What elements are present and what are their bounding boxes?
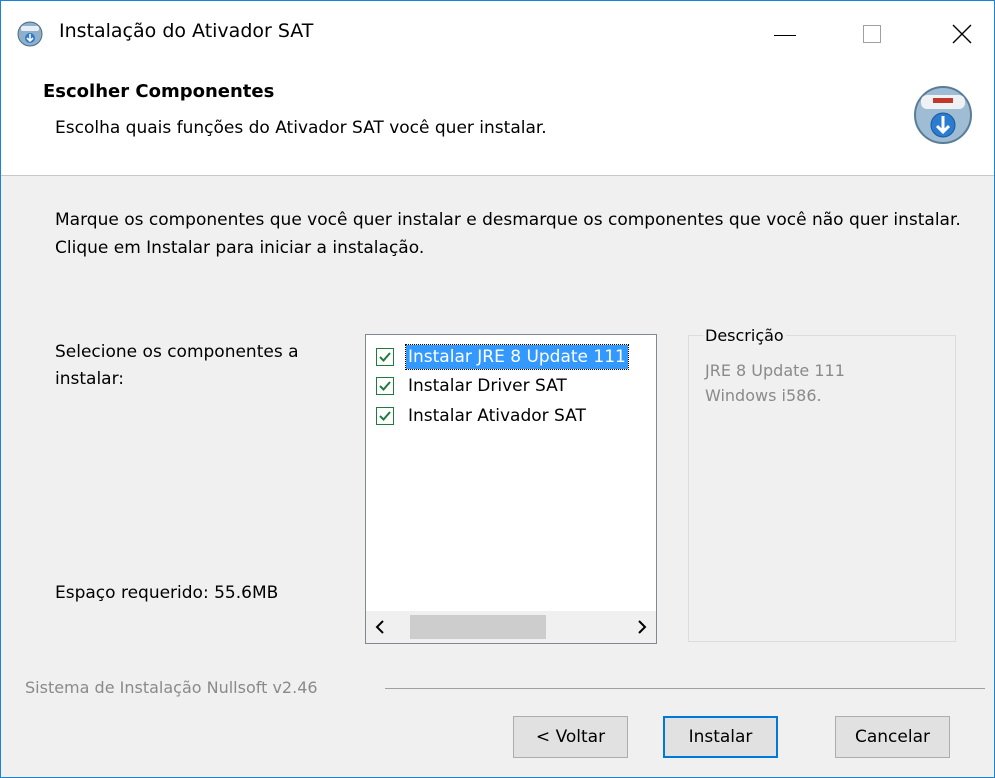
checkbox-ativador[interactable]: [376, 407, 394, 425]
install-button-label: Instalar: [688, 727, 753, 747]
installer-app-icon: [17, 21, 43, 47]
space-required-label: Espaço requerido: 55.6MB: [55, 583, 279, 603]
description-legend: Descrição: [703, 326, 786, 345]
component-label: Instalar Driver SAT: [408, 376, 567, 396]
minimize-button[interactable]: [756, 9, 816, 55]
cancel-button-label: Cancelar: [855, 727, 930, 747]
footer-divider: [385, 688, 985, 689]
checkbox-jre[interactable]: [376, 348, 394, 366]
install-button[interactable]: Instalar: [663, 716, 778, 758]
scroll-left-icon[interactable]: [372, 618, 390, 636]
footer-brand: Sistema de Instalação Nullsoft v2.46: [25, 678, 322, 697]
minimize-icon: [774, 35, 796, 36]
horizontal-scrollbar[interactable]: [366, 611, 656, 643]
back-button[interactable]: < Voltar: [513, 716, 628, 758]
page-header: Escolher Componentes Escolha quais funçõ…: [1, 61, 994, 176]
checkmark-icon: [379, 411, 391, 421]
checkmark-icon: [379, 381, 391, 391]
select-components-label: Selecione os componentes a instalar:: [55, 342, 299, 389]
window-title: Instalação do Ativador SAT: [59, 20, 314, 42]
scroll-right-icon[interactable]: [632, 618, 650, 636]
component-label: Instalar JRE 8 Update 111: [405, 344, 629, 370]
components-tree[interactable]: Instalar JRE 8 Update 111 Instalar Drive…: [365, 334, 657, 644]
cancel-button[interactable]: Cancelar: [835, 716, 950, 758]
page-title: Escolher Componentes: [43, 81, 275, 102]
installer-window: Instalação do Ativador SAT Escolher Comp…: [0, 0, 995, 778]
component-item-jre[interactable]: Instalar JRE 8 Update 111: [374, 344, 656, 370]
installer-logo-icon: [914, 86, 972, 144]
close-button[interactable]: [932, 9, 992, 55]
instructions-text: Marque os componentes que você quer inst…: [55, 210, 961, 258]
maximize-button[interactable]: [844, 9, 904, 55]
back-button-label: < Voltar: [535, 727, 606, 747]
title-bar[interactable]: Instalação do Ativador SAT: [1, 1, 994, 61]
checkbox-driver[interactable]: [376, 377, 394, 395]
description-group: Descrição JRE 8 Update 111 Windows i586.: [688, 326, 956, 642]
scrollbar-thumb[interactable]: [410, 615, 546, 639]
description-text: JRE 8 Update 111 Windows i586.: [705, 361, 845, 405]
checkmark-icon: [379, 352, 391, 362]
page-subtitle: Escolha quais funções do Ativador SAT vo…: [55, 118, 547, 138]
close-icon: [952, 24, 972, 44]
component-item-ativador[interactable]: Instalar Ativador SAT: [374, 403, 656, 429]
maximize-icon: [863, 25, 881, 43]
component-item-driver[interactable]: Instalar Driver SAT: [374, 373, 656, 399]
component-label: Instalar Ativador SAT: [408, 406, 586, 426]
